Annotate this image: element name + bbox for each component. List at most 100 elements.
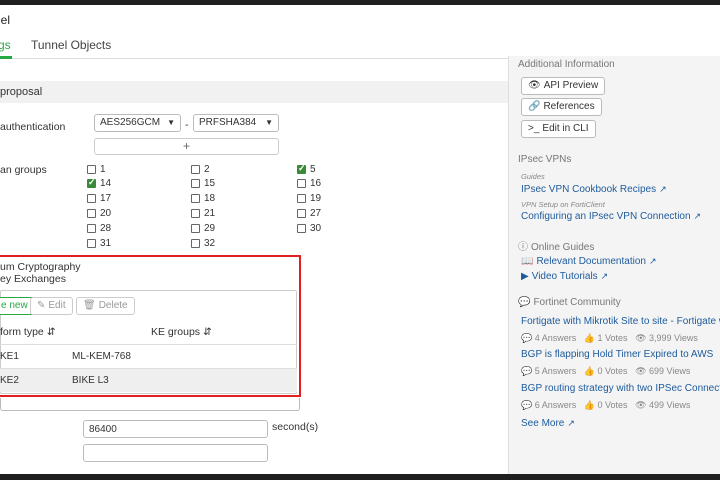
dh-groups-label: an groups [0,164,47,176]
see-more-link[interactable]: See More ↗ [521,418,575,429]
dh-group-label: 21 [204,208,216,219]
key-lifetime-input[interactable]: 86400 [83,420,268,438]
hidden-field-edge[interactable] [0,398,300,411]
answers-icon: 💬 [521,400,533,410]
checkbox-checked-icon [297,163,306,174]
dh-group-checkbox[interactable]: 20 [87,208,111,219]
edit-label: Edit [48,300,66,311]
checkbox-empty-icon [87,224,96,233]
relevant-docs-label: Relevant Documentation [536,256,646,267]
link-icon: 🔗 [528,101,541,112]
edit-in-cli-button[interactable]: >_ Edit in CLI [521,120,596,138]
question-circle-icon: ⓘ [518,242,528,253]
api-preview-label: API Preview [543,80,599,91]
cookbook-link[interactable]: IPsec VPN Cookbook Recipes ↗ [521,184,667,195]
community-post-link[interactable]: BGP is flapping Hold Timer Expired to AW… [521,349,713,360]
chat-icon: 💬 [518,297,531,308]
dh-group-checkbox[interactable]: 18 [191,193,215,204]
community-title: 💬 Fortinet Community [518,297,621,308]
dh-group-label: 14 [100,178,112,189]
checkbox-empty-icon [297,209,306,218]
answers-icon: 💬 [521,366,533,376]
api-preview-button[interactable]: 👁 API Preview [521,77,606,95]
external-link-icon: ↗ [659,184,667,194]
see-more-label: See More [521,418,565,429]
video-tutorials-link[interactable]: ▶ Video Tutorials ↗ [521,271,608,282]
checkbox-empty-icon [191,209,200,218]
checkbox-empty-icon [87,239,96,248]
table-row[interactable]: KE2 BIKE L3 [0,368,297,392]
thumbs-up-icon: 👍 [583,366,595,376]
pencil-icon: ✎ [37,300,46,311]
dh-group-label: 20 [100,208,112,219]
views-count: 499 Views [649,400,691,410]
checkbox-empty-icon [191,224,200,233]
answers-count: 5 Answers [534,366,577,376]
dh-group-checkbox[interactable]: 16 [297,178,321,189]
community-post-link[interactable]: Fortigate with Mikrotik Site to site - F… [521,316,720,327]
thumbs-up-icon: 👍 [583,333,595,343]
checkbox-empty-icon [87,209,96,218]
pq-label-line2: ey Exchanges [0,273,66,285]
community-label: Fortinet Community [533,297,621,308]
column-header-type[interactable]: form type ⇵ [0,326,56,338]
community-post-link[interactable]: BGP routing strategy with two IPSec Conn… [521,383,720,394]
dh-group-checkbox[interactable]: 1 [87,164,106,175]
pq-label-line1: um Cryptography [0,261,81,273]
eye-icon: 👁 [635,400,647,410]
book-icon: 📖 [521,256,534,267]
relevant-docs-link[interactable]: 📖 Relevant Documentation ↗ [521,256,657,267]
online-guides-title: ⓘ Online Guides [518,238,594,253]
dh-group-checkbox[interactable]: 19 [297,193,321,204]
dh-group-checkbox[interactable]: 29 [191,223,215,234]
tab-settings[interactable]: gs [0,38,11,52]
answers-count: 6 Answers [534,400,577,410]
additional-info-title: Additional Information [518,59,615,70]
tab-tunnel-objects[interactable]: Tunnel Objects [31,38,111,52]
add-proposal-button[interactable]: + [94,138,279,155]
dh-group-checkbox[interactable]: 17 [87,193,111,204]
dh-group-checkbox[interactable]: 31 [87,238,111,249]
dh-group-label: 18 [204,193,216,204]
hash-select[interactable]: PRFSHA384 ▼ [193,114,279,132]
dh-group-label: 27 [310,208,322,219]
checkbox-empty-icon [191,194,200,203]
dh-group-label: 28 [100,223,112,234]
table-row[interactable]: KE1 ML-KEM-768 [0,344,297,368]
eye-icon: 👁 [635,333,647,343]
column-header-ke-groups[interactable]: KE groups ⇵ [151,326,212,338]
dh-group-checkbox[interactable]: 21 [191,208,215,219]
active-tab-indicator [0,56,12,59]
row-ke-groups: BIKE L3 [72,375,109,386]
ipsec-vpns-title: IPsec VPNs [518,154,572,165]
guides-subtitle: Guides [521,172,545,181]
dh-group-checkbox[interactable]: 2 [191,164,210,175]
pair-separator: - [185,119,189,131]
checkbox-empty-icon [191,179,200,188]
delete-button[interactable]: 🗑 Delete [76,297,135,315]
dh-group-checkbox[interactable]: 32 [191,238,215,249]
eye-icon: 👁 [635,366,647,376]
local-id-input[interactable] [83,444,268,462]
dh-group-checkbox[interactable]: 14 [87,177,112,189]
references-button[interactable]: 🔗 References [521,98,602,116]
eye-icon: 👁 [528,80,541,91]
dh-group-checkbox[interactable]: 28 [87,223,111,234]
configuring-link[interactable]: Configuring an IPsec VPN Connection ↗ [521,211,701,222]
edit-button[interactable]: ✎ Edit [30,297,73,315]
dh-group-checkbox[interactable]: 30 [297,223,321,234]
external-link-icon: ↗ [693,211,702,221]
encryption-select[interactable]: AES256GCM ▼ [94,114,181,132]
dh-group-checkbox[interactable]: 5 [297,163,316,175]
dh-group-label: 32 [204,238,216,249]
checkbox-empty-icon [191,165,200,174]
dh-group-checkbox[interactable]: 27 [297,208,321,219]
column-header-ke-groups-label: KE groups [151,326,201,338]
external-link-icon: ↗ [567,418,575,428]
window-bottom-bar [0,474,720,480]
votes-count: 0 Votes [597,400,628,410]
dh-group-checkbox[interactable]: 15 [191,178,215,189]
checkbox-empty-icon [297,194,306,203]
trash-icon: 🗑 [83,300,96,311]
video-icon: ▶ [521,271,529,282]
